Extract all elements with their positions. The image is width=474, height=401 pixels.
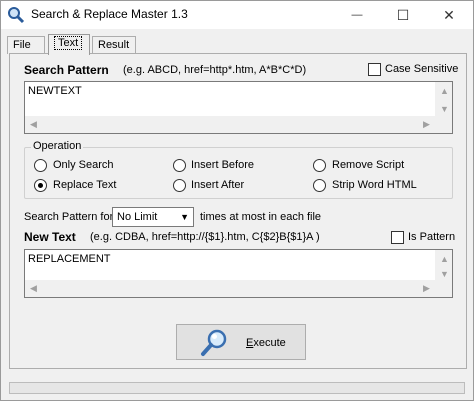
limit-prefix-label: Search Pattern for <box>24 211 114 223</box>
tab-result[interactable]: Result <box>92 36 136 54</box>
search-pattern-vscroll[interactable]: ▲ ▼ <box>435 82 452 118</box>
new-text-vscroll[interactable]: ▲ ▼ <box>435 250 452 282</box>
tab-text-label: Text <box>54 36 83 50</box>
case-sensitive-label: Case Sensitive <box>385 63 459 75</box>
is-pattern-checkbox[interactable] <box>391 231 404 244</box>
new-text-hscroll[interactable]: ◀ ▶ <box>25 280 435 297</box>
is-pattern-label: Is Pattern <box>408 231 456 243</box>
label-only-search: Only Search <box>53 159 114 171</box>
scroll-corner <box>435 280 452 297</box>
title-bar: Search & Replace Master 1.3 — ☐ ✕ <box>1 1 473 29</box>
tab-file[interactable]: File <box>7 36 45 54</box>
app-window: Search & Replace Master 1.3 — ☐ ✕ File T… <box>0 0 474 401</box>
limit-select[interactable]: No Limit ▼ <box>112 207 194 227</box>
new-text-label: New Text <box>24 230 76 244</box>
scroll-left-icon: ◀ <box>30 283 37 293</box>
close-button[interactable]: ✕ <box>426 1 472 29</box>
magnifier-icon <box>201 329 227 356</box>
scroll-right-icon: ▶ <box>423 283 430 293</box>
minimize-icon: — <box>351 9 363 21</box>
window-title: Search & Replace Master 1.3 <box>31 7 188 21</box>
close-icon: ✕ <box>443 6 455 23</box>
new-text-hint: (e.g. CDBA, href=http://{$1}.htm, C{$2}B… <box>90 231 320 243</box>
tab-text[interactable]: Text <box>48 34 90 55</box>
scroll-left-icon: ◀ <box>30 119 37 129</box>
label-insert-before: Insert Before <box>191 159 254 171</box>
operation-title: Operation <box>31 140 84 152</box>
label-replace-text: Replace Text <box>53 179 117 191</box>
text-tab-panel: Search Pattern (e.g. ABCD, href=http*.ht… <box>9 53 467 369</box>
progress-bar <box>9 382 465 394</box>
label-remove-script: Remove Script <box>332 159 405 171</box>
execute-label: Execute <box>246 337 286 349</box>
maximize-button[interactable]: ☐ <box>380 1 426 29</box>
radio-strip-word-html[interactable] <box>313 179 326 192</box>
limit-suffix-label: times at most in each file <box>200 211 322 223</box>
scroll-right-icon: ▶ <box>423 119 430 129</box>
scroll-corner <box>435 116 452 133</box>
case-sensitive-checkbox[interactable] <box>368 63 381 76</box>
label-insert-after: Insert After <box>191 179 245 191</box>
radio-insert-before[interactable] <box>173 159 186 172</box>
new-text-value: REPLACEMENT <box>28 253 111 265</box>
operation-group: Operation Only Search Insert Before Remo… <box>24 140 453 199</box>
search-pattern-hscroll[interactable]: ◀ ▶ <box>25 116 435 133</box>
search-pattern-input[interactable]: NEWTEXT ▲ ▼ ◀ ▶ <box>24 81 453 134</box>
limit-select-value: No Limit <box>117 211 158 223</box>
label-strip-word-html: Strip Word HTML <box>332 179 417 191</box>
radio-only-search[interactable] <box>34 159 47 172</box>
search-pattern-label: Search Pattern <box>24 63 109 77</box>
minimize-button[interactable]: — <box>334 1 380 29</box>
radio-remove-script[interactable] <box>313 159 326 172</box>
search-pattern-value: NEWTEXT <box>28 85 82 97</box>
search-pattern-hint: (e.g. ABCD, href=http*.htm, A*B*C*D) <box>123 64 307 76</box>
app-magnifier-icon <box>8 7 25 24</box>
scroll-down-icon: ▼ <box>440 103 449 114</box>
radio-replace-text[interactable] <box>34 179 47 192</box>
new-text-input[interactable]: REPLACEMENT ▲ ▼ ◀ ▶ <box>24 249 453 298</box>
maximize-icon: ☐ <box>396 6 410 23</box>
scroll-up-icon: ▲ <box>440 85 449 96</box>
radio-insert-after[interactable] <box>173 179 186 192</box>
chevron-down-icon: ▼ <box>180 212 189 222</box>
execute-button[interactable]: Execute <box>176 324 306 360</box>
